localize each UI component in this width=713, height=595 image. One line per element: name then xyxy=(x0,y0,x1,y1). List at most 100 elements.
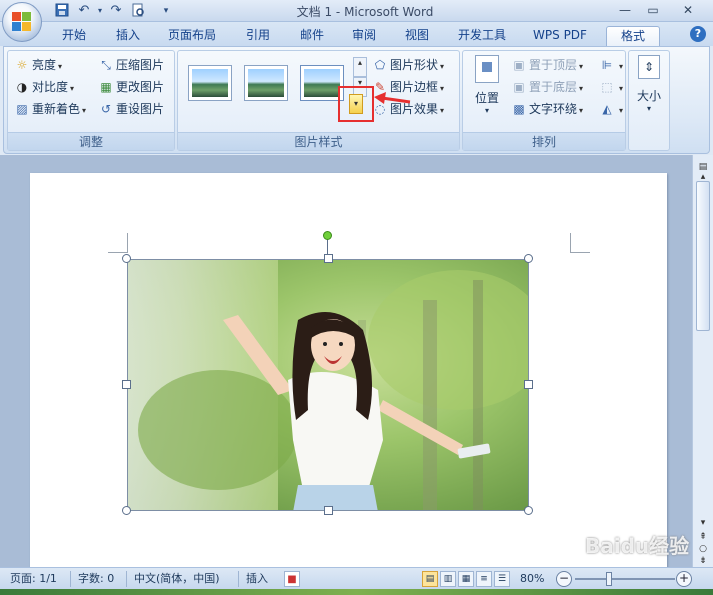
help-icon[interactable]: ? xyxy=(690,26,706,42)
gallery-scroll-up[interactable]: ▴ xyxy=(353,57,367,77)
rotate-button[interactable]: ◭ ▾ xyxy=(599,99,623,119)
macro-record-icon[interactable]: ■ xyxy=(284,571,300,587)
contrast-button[interactable]: ◑ 对比度 ▾ xyxy=(14,77,74,97)
tab-developer[interactable]: 开发工具 xyxy=(450,26,514,46)
tab-home[interactable]: 开始 xyxy=(52,26,96,46)
close-button[interactable]: ✕ xyxy=(668,1,708,19)
style-thumbnail[interactable] xyxy=(244,65,288,101)
brightness-icon: ☼ xyxy=(16,58,28,72)
align-button[interactable]: ⊫ ▾ xyxy=(599,55,623,75)
style-thumbnail[interactable] xyxy=(188,65,232,101)
vertical-scrollbar[interactable]: ▤ ▴ ▾ ⇞ ○ ⇟ xyxy=(692,155,713,567)
redo-icon[interactable]: ↷ xyxy=(108,3,124,19)
change-picture-icon: ▦ xyxy=(100,80,112,94)
resize-handle[interactable] xyxy=(524,380,533,389)
group-arrange-label: 排列 xyxy=(463,132,625,150)
text-wrapping-icon: ▩ xyxy=(513,102,525,116)
page-count[interactable]: 页面: 1/1 xyxy=(10,571,57,587)
bring-to-front-button[interactable]: ▣ 置于顶层 ▾ xyxy=(511,55,583,75)
draft-view-icon[interactable]: ☰ xyxy=(494,571,510,587)
annotation-highlight-box xyxy=(338,86,374,122)
tab-references[interactable]: 引用 xyxy=(236,26,280,46)
scroll-thumb[interactable] xyxy=(696,181,710,331)
picture-shape-icon: ⬠ xyxy=(374,58,386,72)
text-wrapping-button[interactable]: ▩ 文字环绕 ▾ xyxy=(511,99,583,119)
web-layout-icon[interactable]: ▦ xyxy=(458,571,474,587)
resize-handle[interactable] xyxy=(524,506,533,515)
position-icon xyxy=(475,55,499,83)
reset-picture-icon: ↺ xyxy=(100,102,112,116)
send-to-back-icon: ▣ xyxy=(513,80,525,94)
compress-icon: ⤡ xyxy=(101,58,111,72)
recolor-icon: ▨ xyxy=(16,102,28,116)
language-indicator[interactable]: 中文(简体，中国) xyxy=(134,571,220,587)
title-bar: ↶ ▾ ↷ ▾ 文档 1 - Microsoft Word — ▭ ✕ xyxy=(0,0,713,22)
align-icon: ⊫ xyxy=(601,58,613,72)
group-picture-styles: ▴ ▾ ⬠ 图片形状 ▾ ✎ 图片边框 ▾ ◌ 图片效果 ▾ 图片样式 xyxy=(177,50,460,151)
tab-page-layout[interactable]: 页面布局 xyxy=(160,26,224,46)
photo-girl-in-park[interactable] xyxy=(127,259,529,511)
group-objects-icon: ⬚ xyxy=(601,80,613,94)
office-logo-icon xyxy=(12,12,32,32)
size-icon: ⇕ xyxy=(638,55,660,79)
resize-handle[interactable] xyxy=(524,254,533,263)
print-layout-view-icon[interactable]: ▤ xyxy=(422,571,438,587)
undo-icon[interactable]: ↶ xyxy=(76,3,92,19)
full-screen-reading-icon[interactable]: ▥ xyxy=(440,571,456,587)
insert-mode[interactable]: 插入 xyxy=(246,571,268,587)
group-objects-button[interactable]: ⬚ ▾ xyxy=(599,77,623,97)
rotation-handle[interactable] xyxy=(323,231,332,240)
group-size: ⇕ 大小 ▾ xyxy=(628,50,670,151)
document-page[interactable] xyxy=(30,173,667,573)
compress-pictures-button[interactable]: ⤡ 压缩图片 xyxy=(98,55,164,75)
print-preview-icon[interactable] xyxy=(130,3,146,19)
resize-handle[interactable] xyxy=(122,506,131,515)
watermark: Baidu经验 xyxy=(585,534,690,558)
annotation-arrow-icon xyxy=(374,92,411,104)
zoom-slider-knob[interactable] xyxy=(606,572,612,586)
minimize-button[interactable]: — xyxy=(612,1,638,19)
maximize-button[interactable]: ▭ xyxy=(640,1,666,19)
reset-picture-button[interactable]: ↺ 重设图片 xyxy=(98,99,164,119)
selected-picture[interactable] xyxy=(122,231,533,515)
ribbon-tabs: 开始 插入 页面布局 引用 邮件 审阅 视图 开发工具 WPS PDF 格式 xyxy=(0,22,713,46)
recolor-button[interactable]: ▨ 重新着色 ▾ xyxy=(14,99,86,119)
document-area xyxy=(0,155,692,573)
group-adjust-label: 调整 xyxy=(8,132,174,150)
zoom-out-button[interactable]: − xyxy=(556,571,572,587)
resize-handle[interactable] xyxy=(324,506,333,515)
zoom-slider[interactable] xyxy=(575,578,675,580)
undo-dropdown-icon[interactable]: ▾ xyxy=(92,3,108,19)
office-button[interactable] xyxy=(2,2,42,42)
tab-wps-pdf[interactable]: WPS PDF xyxy=(524,26,596,46)
save-icon[interactable] xyxy=(54,3,70,19)
group-adjust: ☼ 亮度 ▾ ◑ 对比度 ▾ ▨ 重新着色 ▾ ⤡ 压缩图片 ▦ 更改图片 ↺ 重设图片 调整 xyxy=(7,50,175,151)
tab-view[interactable]: 视图 xyxy=(395,26,439,46)
bring-to-front-icon: ▣ xyxy=(513,58,525,72)
resize-handle[interactable] xyxy=(122,380,131,389)
change-picture-button[interactable]: ▦ 更改图片 xyxy=(98,77,164,97)
outline-view-icon[interactable]: ≡ xyxy=(476,571,492,587)
contrast-icon: ◑ xyxy=(16,80,28,94)
brightness-button[interactable]: ☼ 亮度 ▾ xyxy=(14,55,62,75)
resize-handle[interactable] xyxy=(122,254,131,263)
tab-insert[interactable]: 插入 xyxy=(106,26,150,46)
position-button[interactable]: 位置 ▾ xyxy=(467,55,507,115)
size-button[interactable]: ⇕ 大小 ▾ xyxy=(631,55,667,113)
zoom-level[interactable]: 80% xyxy=(520,571,544,587)
window-title: 文档 1 - Microsoft Word xyxy=(296,5,434,19)
margin-mark xyxy=(570,233,590,253)
tab-mailings[interactable]: 邮件 xyxy=(290,26,334,46)
send-to-back-button[interactable]: ▣ 置于底层 ▾ xyxy=(511,77,583,97)
margin-mark xyxy=(108,233,128,253)
customize-toolbar-icon[interactable]: ▾ xyxy=(158,3,174,19)
tab-format[interactable]: 格式 xyxy=(606,26,660,46)
tab-review[interactable]: 审阅 xyxy=(342,26,386,46)
picture-shape-button[interactable]: ⬠ 图片形状 ▾ xyxy=(372,55,444,75)
group-arrange: 位置 ▾ ▣ 置于顶层 ▾ ▣ 置于底层 ▾ ▩ 文字环绕 ▾ ⊫ ▾ ⬚ ▾ ◭ ▾ 排列 xyxy=(462,50,626,151)
word-count[interactable]: 字数: 0 xyxy=(78,571,114,587)
group-picture-styles-label: 图片样式 xyxy=(178,132,459,150)
zoom-in-button[interactable]: + xyxy=(676,571,692,587)
taskbar-strip xyxy=(0,589,713,595)
resize-handle[interactable] xyxy=(324,254,333,263)
